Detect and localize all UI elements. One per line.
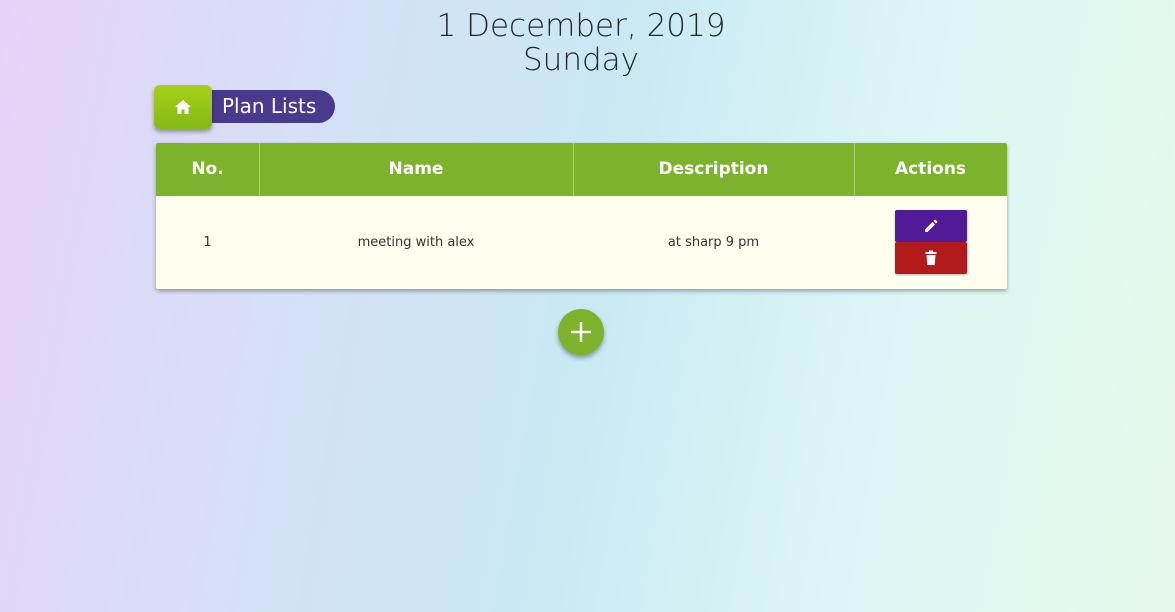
column-header-actions: Actions [894, 159, 967, 179]
cell-description: at sharp 9 pm [667, 235, 760, 250]
delete-button[interactable] [895, 242, 967, 274]
day-heading: Sunday [523, 42, 639, 78]
table-header: No. Name Description Actions [156, 143, 1007, 196]
pencil-icon [925, 219, 938, 232]
home-icon [175, 100, 191, 114]
page-title: Plan Lists [208, 90, 335, 123]
column-header-no: No. [191, 159, 224, 179]
plan-table: No. Name Description Actions 1 meeting w… [156, 143, 1007, 289]
column-header-name: Name [388, 159, 444, 179]
date-heading: 1 December, 2019 [436, 8, 726, 44]
column-header-description: Description [658, 159, 769, 179]
trash-icon [925, 250, 937, 265]
plus-icon [571, 322, 591, 342]
cell-name: meeting with alex [357, 235, 475, 250]
edit-button[interactable] [895, 210, 967, 242]
home-button[interactable] [154, 85, 212, 129]
cell-no: 1 [203, 235, 212, 250]
add-plan-button[interactable] [558, 309, 604, 355]
